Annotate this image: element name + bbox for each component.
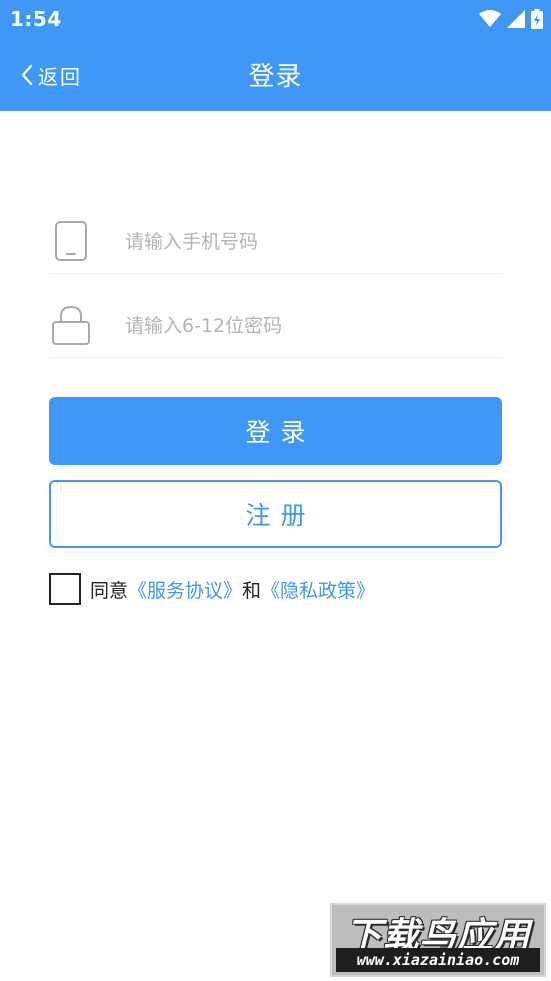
login-button[interactable]: 登录 <box>49 397 502 465</box>
agree-prefix: 同意 <box>90 579 129 602</box>
status-icons <box>479 8 543 30</box>
wifi-icon <box>479 10 501 27</box>
status-bar: 1:54 <box>0 0 551 38</box>
phone-field-row <box>49 213 502 274</box>
register-button[interactable]: 注册 <box>49 480 502 548</box>
password-field-row <box>49 297 502 358</box>
lock-icon <box>49 303 93 347</box>
agree-conjunction: 和 <box>242 579 262 602</box>
status-time: 1:54 <box>10 7 62 31</box>
watermark-url: www.xiazainiao.com <box>336 948 540 972</box>
service-agreement-link[interactable]: 《服务协议》 <box>128 576 242 603</box>
password-input[interactable] <box>125 307 495 345</box>
phone-input[interactable] <box>125 223 495 261</box>
page-title: 登录 <box>248 62 303 92</box>
battery-charging-icon <box>531 9 543 29</box>
agree-checkbox[interactable] <box>49 573 81 605</box>
agreement-row: 同意 《服务协议》 和 《隐私政策》 <box>49 572 375 606</box>
phone-icon <box>49 219 93 263</box>
app-bar: 返回 登录 <box>0 38 551 111</box>
watermark-logo: 下载鸟应用 www.xiazainiao.com <box>330 903 546 977</box>
privacy-policy-link[interactable]: 《隐私政策》 <box>261 576 375 603</box>
cellular-signal-icon <box>507 10 525 28</box>
